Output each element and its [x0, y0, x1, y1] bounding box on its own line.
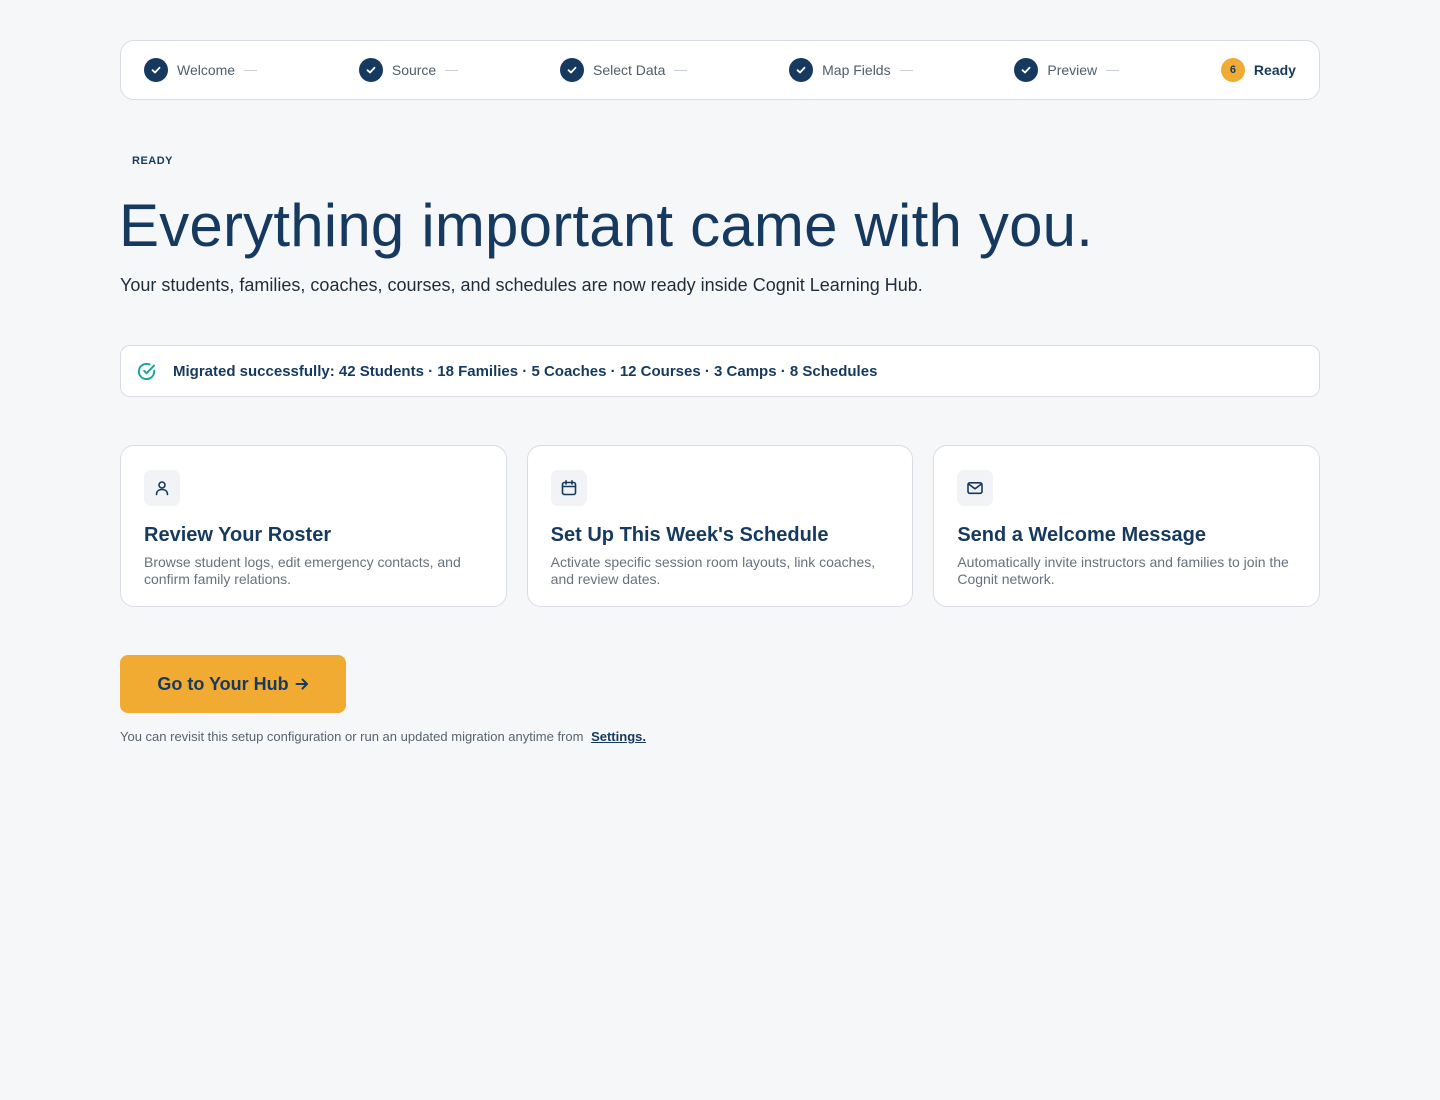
card-title: Set Up This Week's Schedule — [550, 524, 829, 546]
page-title: Everything important came with you. — [119, 192, 1094, 259]
card-welcome-message[interactable]: Send a Welcome Message Automatically inv… — [933, 445, 1321, 607]
card-description: Activate specific session room layouts, … — [550, 554, 876, 587]
checkmark-icon — [789, 58, 814, 82]
step-divider — [674, 69, 688, 71]
checkmark-icon — [559, 58, 584, 82]
step-preview[interactable]: Preview — [1014, 58, 1120, 82]
step-welcome[interactable]: Welcome — [144, 58, 258, 82]
step-label: Welcome — [177, 62, 236, 78]
card-description: Browse student logs, edit emergency cont… — [144, 554, 461, 587]
card-title: Send a Welcome Message — [957, 524, 1206, 546]
card-description: Automatically invite instructors and fam… — [957, 554, 1289, 587]
arrow-right-icon — [295, 677, 309, 691]
checkmark-icon — [1014, 58, 1039, 82]
user-icon — [144, 470, 180, 506]
step-label: Ready — [1253, 62, 1296, 78]
step-divider — [445, 69, 459, 71]
calendar-icon — [550, 470, 587, 506]
step-map-fields[interactable]: Map Fields — [789, 58, 913, 82]
settings-footnote: You can revisit this setup configuration… — [120, 729, 646, 744]
eyebrow-label: READY — [132, 155, 174, 167]
step-number-badge: 6 — [1220, 58, 1245, 82]
step-label: Map Fields — [822, 62, 891, 78]
step-source[interactable]: Source — [358, 58, 459, 82]
step-label: Source — [391, 62, 437, 78]
step-select-data[interactable]: Select Data — [559, 58, 688, 82]
step-divider — [899, 69, 913, 71]
migration-summary-text: Migrated successfully: 42 Students · 18 … — [173, 362, 878, 380]
step-divider — [1106, 69, 1120, 71]
card-setup-schedule[interactable]: Set Up This Week's Schedule Activate spe… — [526, 445, 914, 607]
checkmark-icon — [358, 58, 383, 82]
settings-link[interactable]: Settings. — [591, 729, 646, 744]
checkmark-icon — [144, 58, 168, 82]
check-circle-icon — [136, 361, 157, 382]
step-label: Preview — [1047, 62, 1098, 78]
go-to-hub-label: Go to Your Hub — [157, 673, 289, 694]
page-subtitle: Your students, families, coaches, course… — [120, 275, 923, 295]
migration-summary-banner: Migrated successfully: 42 Students · 18 … — [120, 345, 1320, 397]
go-to-hub-button[interactable]: Go to Your Hub — [120, 655, 346, 713]
progress-stepper: Welcome Source Select Data Map Fields Pr… — [120, 40, 1320, 100]
step-label: Select Data — [592, 62, 666, 78]
next-steps-cards: Review Your Roster Browse student logs, … — [120, 445, 1321, 607]
card-title: Review Your Roster — [144, 524, 332, 546]
mail-icon — [957, 470, 994, 506]
footnote-text: You can revisit this setup configuration… — [120, 729, 584, 744]
step-ready[interactable]: 6 Ready — [1220, 58, 1296, 82]
step-divider — [244, 69, 258, 71]
card-review-roster[interactable]: Review Your Roster Browse student logs, … — [120, 445, 507, 607]
